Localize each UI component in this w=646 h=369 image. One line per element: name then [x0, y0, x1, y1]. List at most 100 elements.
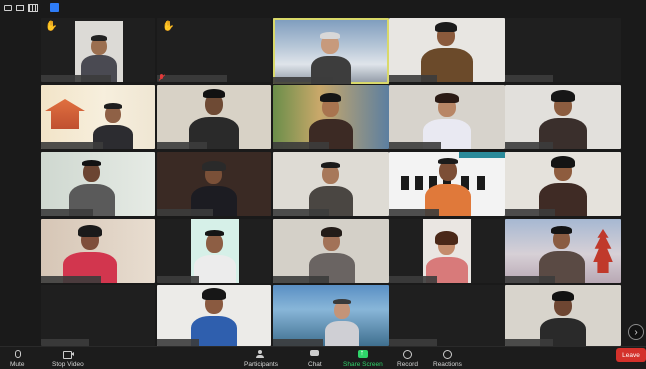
stop-video-button[interactable]: Stop Video	[52, 349, 84, 369]
raised-hand-icon: ✋	[45, 21, 58, 32]
participant-tile-2[interactable]: ✋	[157, 18, 271, 82]
participants-label: Participants	[244, 361, 278, 368]
participant-tile-3-active-speaker[interactable]	[273, 18, 389, 84]
leave-label: Leave	[622, 351, 640, 359]
participant-video	[423, 158, 473, 216]
participant-video	[69, 158, 115, 216]
participant-video	[537, 154, 589, 216]
participant-video	[309, 225, 355, 283]
participant-tile-18[interactable]	[273, 219, 389, 283]
participant-video	[75, 21, 123, 82]
participant-name-bar	[41, 142, 103, 149]
participant-tile-20[interactable]	[505, 219, 621, 283]
participant-tile-19[interactable]	[389, 219, 505, 283]
participant-tile-8[interactable]	[273, 85, 389, 149]
participant-tile-6[interactable]	[41, 85, 155, 149]
participant-tile-21[interactable]	[41, 285, 155, 346]
chat-button[interactable]: Chat	[308, 349, 322, 369]
reactions-button[interactable]: Reactions	[433, 349, 462, 369]
participants-button[interactable]: Participants	[244, 349, 278, 369]
participant-name-bar	[157, 276, 199, 283]
gallery-grid: ✋ ✋ ›	[0, 0, 646, 346]
participant-tile-16[interactable]	[41, 219, 155, 283]
reactions-label: Reactions	[433, 361, 462, 368]
participant-video	[537, 89, 589, 149]
participant-name-bar	[505, 209, 555, 216]
participant-tile-11[interactable]	[41, 152, 155, 216]
participant-tile-23[interactable]	[273, 285, 389, 346]
participant-name-bar	[389, 276, 437, 283]
video-camera-icon	[62, 350, 74, 359]
stop-video-label: Stop Video	[52, 361, 84, 368]
record-button[interactable]: Record	[397, 349, 418, 369]
raised-hand-icon: ✋	[162, 21, 175, 32]
participant-name-bar	[273, 209, 329, 216]
zoom-meeting-window: ✋ ✋ › Mute Stop Video Participants Chat …	[0, 0, 646, 369]
participant-video	[309, 93, 353, 149]
leave-meeting-button[interactable]: Leave	[616, 348, 646, 362]
participant-name-bar	[41, 276, 101, 283]
reactions-icon	[442, 350, 453, 359]
participant-video	[61, 223, 119, 283]
participant-video	[423, 219, 471, 283]
participant-name-bar	[389, 75, 437, 82]
participant-tile-24[interactable]	[389, 285, 505, 346]
participants-icon	[255, 350, 266, 358]
participant-name-bar	[505, 276, 555, 283]
participant-name-bar	[41, 75, 111, 82]
participant-tile-9[interactable]	[389, 85, 505, 149]
mute-button[interactable]: Mute	[10, 349, 24, 369]
participant-tile-15[interactable]	[505, 152, 621, 216]
share-screen-label: Share Screen	[343, 361, 383, 368]
participant-tile-22[interactable]	[157, 285, 271, 346]
participant-tile-10[interactable]	[505, 85, 621, 149]
microphone-icon	[12, 350, 22, 358]
participant-name-bar	[389, 142, 441, 149]
participant-name-bar	[273, 142, 329, 149]
participant-name-bar	[273, 339, 323, 346]
share-screen-icon	[357, 348, 368, 358]
participant-tile-14[interactable]	[389, 152, 505, 216]
participant-tile-4[interactable]	[389, 18, 505, 82]
participant-video	[309, 160, 353, 216]
participant-video	[325, 299, 359, 346]
mic-muted-icon	[159, 74, 165, 81]
participant-video	[539, 289, 587, 346]
participant-name-bar	[389, 209, 439, 216]
participant-name-bar	[505, 339, 553, 346]
participant-tile-7[interactable]	[157, 85, 271, 149]
meeting-controls-toolbar: Mute Stop Video Participants Chat Share …	[0, 346, 646, 369]
record-label: Record	[397, 361, 418, 368]
participant-tile-25[interactable]	[505, 285, 621, 346]
participant-name-bar	[157, 142, 207, 149]
participant-name-bar	[157, 339, 199, 346]
next-page-button[interactable]: ›	[628, 324, 644, 340]
participant-video	[311, 30, 351, 84]
participant-video	[539, 225, 585, 283]
participant-name-bar	[41, 209, 93, 216]
participant-video	[419, 21, 475, 82]
participant-tile-12[interactable]	[157, 152, 271, 216]
participant-tile-5[interactable]	[505, 18, 621, 82]
participant-video	[191, 219, 239, 283]
share-screen-button[interactable]: Share Screen	[343, 348, 383, 369]
participant-name-bar	[273, 276, 329, 283]
participant-name-bar	[273, 77, 333, 84]
participant-name-bar	[389, 339, 437, 346]
virtual-background-pagoda	[593, 229, 613, 273]
participant-name-bar	[157, 75, 227, 82]
participant-name-bar	[41, 339, 89, 346]
participant-tile-1[interactable]: ✋	[41, 18, 155, 82]
participant-tile-13[interactable]	[273, 152, 389, 216]
mute-label: Mute	[10, 361, 25, 368]
participant-video	[189, 287, 239, 346]
participant-name-bar	[157, 209, 213, 216]
chat-label: Chat	[308, 361, 322, 368]
participant-video	[187, 87, 241, 149]
participant-name-bar	[505, 75, 553, 82]
participant-video	[421, 91, 473, 149]
chevron-right-icon: ›	[634, 326, 638, 338]
virtual-background-landmarks	[45, 99, 85, 129]
participant-tile-17[interactable]	[157, 219, 271, 283]
chat-bubble-icon	[309, 350, 320, 358]
